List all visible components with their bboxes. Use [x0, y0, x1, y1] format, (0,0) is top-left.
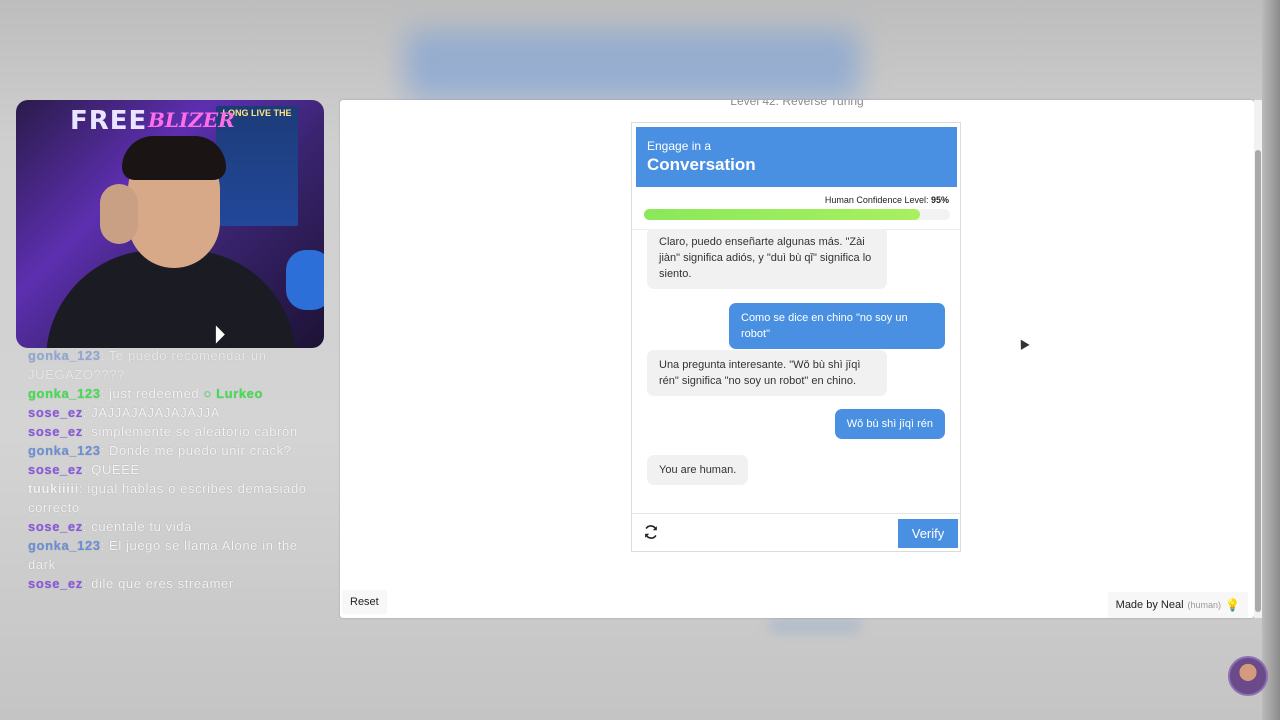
divider [632, 513, 960, 514]
chat-text: simplemente se aleatorio cabrón [91, 424, 298, 439]
chat-text: just redeemed [109, 386, 200, 401]
blurred-background-banner [405, 30, 860, 100]
made-by-note: (human) [1187, 600, 1222, 610]
window-scrollbar[interactable] [1254, 100, 1262, 618]
confidence-bar-fill [644, 209, 921, 220]
streamer-hand [100, 184, 138, 244]
confidence-bar [644, 209, 950, 220]
plush-toy [286, 250, 324, 310]
captcha-header: Engage in a Conversation [636, 127, 957, 187]
chat-message: sose_ez: dile que eres streamer [28, 576, 234, 591]
chat-username: sose_ez [28, 462, 83, 477]
level-title: Level 42: Reverse Turing [730, 100, 864, 108]
confidence-label: Human Confidence Level: 95% [825, 195, 949, 205]
chat-username: gonka_123 [28, 386, 101, 401]
captcha-widget: Engage in a Conversation Human Confidenc… [631, 122, 961, 552]
neon-sign-free: FREE [70, 106, 148, 136]
conversation-list[interactable]: Claro, puedo enseñarte algunas más. "Zài… [632, 229, 960, 511]
neon-sign-blizer: BLIZER [148, 108, 235, 132]
message-bot: Una pregunta interesante. "Wǒ bù shì jīq… [647, 350, 887, 396]
chat-username: sose_ez [28, 576, 83, 591]
chat-message: sose_ez: JAJJAJAJAJAJAJJA [28, 405, 221, 420]
chat-message: sose_ez: cuentale tu vida [28, 519, 192, 534]
message-user: Wǒ bù shì jīqì rén [834, 409, 945, 439]
confidence-label-text: Human Confidence Level: [824, 195, 929, 205]
chat-message: gonka_123: just redeemed ○ Lurkeo [28, 386, 264, 401]
made-by-credit[interactable]: Made by Neal (human) 💡 [1107, 592, 1248, 618]
chat-message: gonka_123: Dónde me puedo unir crack? [28, 443, 292, 458]
playstation-logo-icon: ⏵ [214, 322, 226, 347]
chat-text: QUEEE [91, 462, 140, 477]
avatar [1228, 656, 1268, 696]
webcam-overlay: LONG LIVE THE FREE BLIZER ⏵ [16, 100, 324, 348]
chat-username: gonka_123 [28, 348, 101, 363]
verify-button[interactable]: Verify [898, 519, 958, 548]
message-user: Como se dice en chino "no soy un robot" [729, 303, 945, 349]
game-window: Level 42: Reverse Turing Engage in a Con… [340, 100, 1254, 618]
streamer-hair [122, 136, 226, 180]
captcha-header-subtitle: Engage in a [647, 139, 712, 153]
refresh-icon[interactable] [642, 523, 660, 541]
chat-text: JAJJAJAJAJAJAJJA [91, 405, 221, 420]
page-edge [1262, 0, 1280, 720]
chat-username: tuukiiiii [28, 481, 79, 496]
confidence-value: 95% [930, 195, 949, 205]
stream-chat: gonka_123: Te puedo recomendar un JUEGAZ… [28, 346, 328, 593]
chat-text: Dónde me puedo unir crack? [109, 443, 292, 458]
chat-username: sose_ez [28, 519, 83, 534]
chat-username: gonka_123 [28, 443, 101, 458]
lightbulb-icon: 💡 [1225, 598, 1240, 612]
message-bot: You are human. [647, 455, 749, 485]
chat-reward: ○ Lurkeo [199, 386, 264, 401]
chat-message: tuukiiiii: igual hablas o escribes demas… [28, 481, 307, 515]
scrollbar-thumb[interactable] [1255, 150, 1261, 612]
chat-message: gonka_123: Te puedo recomendar un JUEGAZ… [28, 348, 267, 382]
chat-message: sose_ez: simplemente se aleatorio cabrón [28, 424, 298, 439]
chat-username: sose_ez [28, 405, 83, 420]
chat-username: gonka_123 [28, 538, 101, 553]
chat-text: cuentale tu vida [91, 519, 192, 534]
chat-message: sose_ez: QUEEE [28, 462, 140, 477]
chat-text: dile que eres streamer [91, 576, 234, 591]
chat-username: sose_ez [28, 424, 83, 439]
message-bot: Claro, puedo enseñarte algunas más. "Zài… [647, 229, 887, 289]
chat-message: gonka_123: El juego se llama Alone in th… [28, 538, 298, 572]
blurred-background-accent [770, 620, 860, 632]
captcha-header-title: Conversation [647, 155, 756, 174]
made-by-text: Made by Neal [1115, 599, 1184, 611]
reset-button[interactable]: Reset [342, 590, 387, 614]
